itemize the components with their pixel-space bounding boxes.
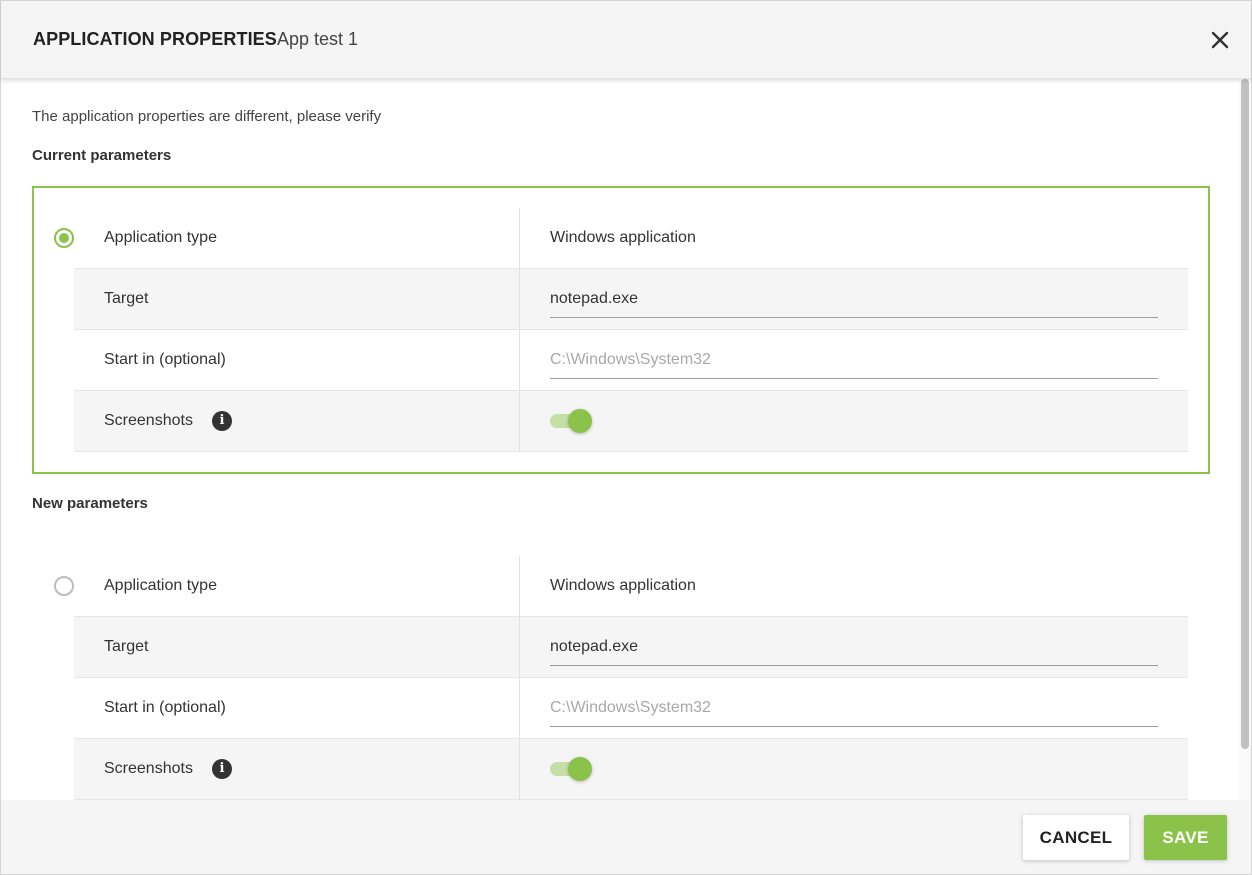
dialog-footer: CANCEL SAVE [1, 800, 1251, 874]
app-type-row: Application type Windows application [74, 556, 1188, 617]
column-divider [519, 739, 520, 799]
dialog-subtitle: App test 1 [277, 29, 359, 49]
info-icon[interactable]: i [212, 759, 232, 779]
new-parameters-panel[interactable]: Application type Windows application Tar… [32, 534, 1210, 800]
start-in-placeholder: C:\Windows\System32 [550, 699, 711, 716]
toggle-knob [568, 757, 592, 781]
column-divider [519, 269, 520, 329]
target-field[interactable]: notepad.exe [550, 279, 1158, 318]
column-divider [519, 678, 520, 738]
info-icon[interactable]: i [212, 411, 232, 431]
target-label: Target [104, 290, 149, 307]
start-in-field[interactable]: C:\Windows\System32 [550, 688, 1158, 727]
scrollbar-thumb[interactable] [1241, 79, 1249, 749]
save-button[interactable]: SAVE [1144, 815, 1227, 860]
target-row: Target notepad.exe [74, 617, 1188, 678]
app-type-label: Application type [104, 229, 217, 246]
start-in-label: Start in (optional) [104, 699, 226, 716]
app-type-row: Application type Windows application [74, 208, 1188, 269]
column-divider [519, 391, 520, 451]
toggle-knob [568, 409, 592, 433]
current-parameters-radio[interactable] [54, 228, 74, 248]
dialog-title: APPLICATION PROPERTIES [33, 29, 277, 49]
screenshots-toggle[interactable] [550, 409, 594, 433]
screenshots-label: Screenshots [104, 760, 193, 777]
start-in-placeholder: C:\Windows\System32 [550, 351, 711, 368]
close-icon[interactable] [1207, 27, 1233, 53]
screenshots-row: Screenshots i [74, 739, 1188, 800]
new-parameters-grid: Application type Windows application Tar… [74, 556, 1188, 800]
current-parameters-panel[interactable]: Application type Windows application Tar… [32, 186, 1210, 474]
new-parameters-label: New parameters [32, 495, 148, 512]
target-row: Target notepad.exe [74, 269, 1188, 330]
column-divider [519, 330, 520, 390]
cancel-button[interactable]: CANCEL [1023, 815, 1129, 860]
column-divider [519, 617, 520, 677]
current-parameters-grid: Application type Windows application Tar… [74, 208, 1188, 452]
screenshots-row: Screenshots i [74, 391, 1188, 452]
difference-notice: The application properties are different… [32, 108, 382, 125]
target-value: notepad.exe [550, 638, 639, 655]
app-type-value: Windows application [550, 229, 696, 246]
new-parameters-radio[interactable] [54, 576, 74, 596]
current-parameters-label: Current parameters [32, 147, 172, 164]
column-divider [519, 208, 520, 268]
start-in-row: Start in (optional) C:\Windows\System32 [74, 678, 1188, 739]
screenshots-toggle[interactable] [550, 757, 594, 781]
target-value: notepad.exe [550, 290, 639, 307]
start-in-field[interactable]: C:\Windows\System32 [550, 340, 1158, 379]
application-properties-dialog: APPLICATION PROPERTIES App test 1 The ap… [0, 0, 1252, 875]
start-in-row: Start in (optional) C:\Windows\System32 [74, 330, 1188, 391]
screenshots-label: Screenshots [104, 412, 193, 429]
target-field[interactable]: notepad.exe [550, 627, 1158, 666]
dialog-body: The application properties are different… [1, 79, 1239, 800]
app-type-label: Application type [104, 577, 217, 594]
column-divider [519, 556, 520, 616]
start-in-label: Start in (optional) [104, 351, 226, 368]
vertical-scrollbar[interactable] [1239, 79, 1251, 800]
target-label: Target [104, 638, 149, 655]
dialog-header: APPLICATION PROPERTIES App test 1 [1, 1, 1251, 79]
app-type-value: Windows application [550, 577, 696, 594]
